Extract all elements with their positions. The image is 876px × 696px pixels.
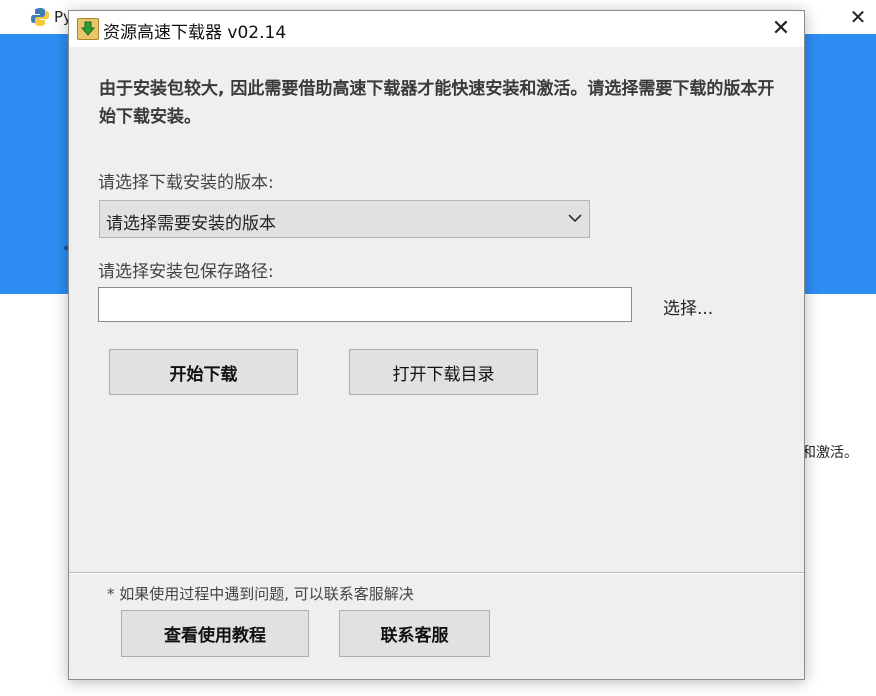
version-label: 请选择下载安装的版本: — [98, 173, 274, 193]
chevron-down-icon — [568, 214, 582, 223]
version-select-value: 请选择需要安装的版本 — [106, 214, 276, 234]
version-select[interactable]: 请选择需要安装的版本 — [99, 200, 590, 238]
path-label: 请选择安装包保存路径: — [98, 262, 274, 282]
close-icon[interactable]: ✕ — [760, 13, 802, 45]
tutorial-button[interactable]: 查看使用教程 — [121, 610, 309, 657]
intro-text: 由于安装包较大, 因此需要借助高速下载器才能快速安装和激活。请选择需要下载的版本… — [99, 79, 775, 127]
background-text: 和激活。 — [802, 445, 858, 461]
open-folder-button[interactable]: 打开下载目录 — [349, 349, 538, 395]
browse-button[interactable]: 选择... — [663, 294, 713, 319]
download-arrow-icon — [77, 18, 99, 40]
python-logo-icon — [31, 8, 49, 26]
dialog-title: 资源高速下载器 v02.14 — [103, 23, 287, 43]
support-button[interactable]: 联系客服 — [339, 610, 490, 657]
downloader-dialog: 资源高速下载器 v02.14 ✕ 由于安装包较大, 因此需要借助高速下载器才能快… — [68, 10, 805, 680]
start-download-button[interactable]: 开始下载 — [109, 349, 298, 395]
save-path-input[interactable] — [98, 287, 632, 322]
dialog-titlebar[interactable]: 资源高速下载器 v02.14 ✕ — [69, 11, 804, 47]
background-close-icon[interactable]: ✕ — [846, 4, 870, 30]
help-note: * 如果使用过程中遇到问题, 可以联系客服解决 — [107, 585, 414, 603]
